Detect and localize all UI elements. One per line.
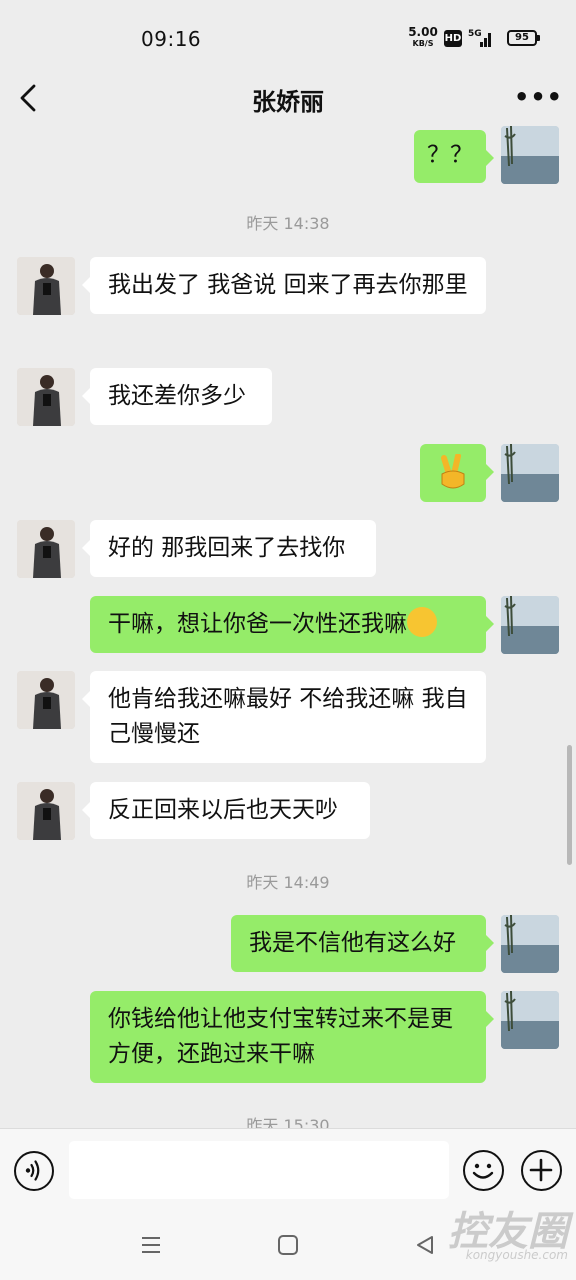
- my-avatar[interactable]: [501, 126, 559, 184]
- home-icon[interactable]: [278, 1235, 298, 1255]
- message-text: ？？: [427, 142, 473, 168]
- message-bubble-incoming[interactable]: 我还差你多少: [82, 368, 272, 425]
- message-text: 好的 那我回来了去找你: [108, 535, 346, 561]
- network-speed: 5.00 KB/S: [408, 25, 438, 49]
- status-bar: 09:16 5.00 KB/S HD 5G 95: [0, 0, 576, 76]
- contact-avatar[interactable]: [17, 368, 75, 426]
- voice-input-button[interactable]: [14, 1151, 54, 1191]
- input-bar: [0, 1128, 576, 1212]
- message-text: 他肯给我还嘛最好 不给我还嘛 我自己慢慢还: [108, 686, 468, 747]
- message-bubble-outgoing[interactable]: ？？: [414, 130, 494, 183]
- message-text: 我出发了 我爸说 回来了再去你那里: [108, 272, 468, 298]
- message-text: 你钱给他让他支付宝转过来不是更方便，还跑过来干嘛: [108, 1006, 453, 1067]
- smiley-icon: [472, 1163, 494, 1179]
- scrollbar[interactable]: [567, 745, 572, 865]
- message-text: 干嘛，想让你爸一次性还我嘛: [108, 611, 407, 637]
- voice-icon: [25, 1160, 40, 1181]
- message-bubble-incoming[interactable]: 反正回来以后也天天吵: [82, 782, 370, 839]
- message-bubble-incoming[interactable]: 我出发了 我爸说 回来了再去你那里: [82, 257, 486, 314]
- chat-messages[interactable]: ？？ 昨天 14:38 我出发了 我爸说 回来了再去你那里 我还差你多少 好的 …: [0, 120, 576, 1128]
- lake-photo-icon: [501, 126, 559, 184]
- contact-avatar[interactable]: [17, 671, 75, 729]
- watermark: 控友圈 kongyoushe.com: [430, 1208, 576, 1280]
- timestamp: 昨天 15:30: [246, 1116, 330, 1128]
- signal-icon: 5G: [468, 29, 491, 47]
- hd-badge: HD: [444, 30, 462, 47]
- message-bubble-outgoing[interactable]: [420, 444, 494, 502]
- network-speed-value: 5.00: [408, 25, 438, 39]
- message-bubble-incoming[interactable]: 好的 那我回来了去找你: [82, 520, 376, 577]
- wink-face-icon: [407, 607, 437, 637]
- person-photo-icon: [17, 368, 75, 426]
- message-input[interactable]: [69, 1141, 449, 1199]
- lake-photo-icon: [501, 991, 559, 1049]
- my-avatar[interactable]: [501, 915, 559, 973]
- more-functions-button[interactable]: [521, 1150, 562, 1191]
- network-speed-unit: KB/S: [412, 39, 434, 48]
- person-photo-icon: [17, 520, 75, 578]
- menu-icon[interactable]: [140, 1234, 162, 1256]
- message-bubble-outgoing[interactable]: 干嘛，想让你爸一次性还我嘛: [90, 596, 494, 653]
- battery-icon: 95: [507, 30, 540, 46]
- message-bubble-outgoing[interactable]: 你钱给他让他支付宝转过来不是更方便，还跑过来干嘛: [90, 991, 494, 1083]
- more-options-button[interactable]: •••: [514, 82, 562, 112]
- battery-level: 95: [515, 32, 529, 43]
- person-photo-icon: [17, 257, 75, 315]
- my-avatar[interactable]: [501, 444, 559, 502]
- emoji-button[interactable]: [463, 1150, 504, 1191]
- lake-photo-icon: [501, 915, 559, 973]
- message-text: 我还差你多少: [108, 383, 246, 409]
- victory-hand-icon: [441, 453, 465, 489]
- plus-icon: [529, 1158, 553, 1182]
- lake-photo-icon: [501, 444, 559, 502]
- contact-avatar[interactable]: [17, 782, 75, 840]
- contact-avatar[interactable]: [17, 520, 75, 578]
- my-avatar[interactable]: [501, 596, 559, 654]
- message-text: 我是不信他有这么好: [249, 930, 456, 956]
- message-bubble-incoming[interactable]: 他肯给我还嘛最好 不给我还嘛 我自己慢慢还: [82, 671, 486, 763]
- person-photo-icon: [17, 671, 75, 729]
- person-photo-icon: [17, 782, 75, 840]
- my-avatar[interactable]: [501, 991, 559, 1049]
- contact-avatar[interactable]: [17, 257, 75, 315]
- message-bubble-outgoing[interactable]: 我是不信他有这么好: [231, 915, 494, 972]
- timestamp: 昨天 14:49: [246, 873, 330, 892]
- chat-title: 张娇丽: [252, 88, 324, 116]
- message-text: 反正回来以后也天天吵: [108, 797, 338, 823]
- timestamp: 昨天 14:38: [246, 214, 330, 233]
- chat-header: 张娇丽 •••: [0, 76, 576, 120]
- network-type: 5G: [468, 29, 482, 39]
- status-time: 09:16: [141, 27, 202, 51]
- lake-photo-icon: [501, 596, 559, 654]
